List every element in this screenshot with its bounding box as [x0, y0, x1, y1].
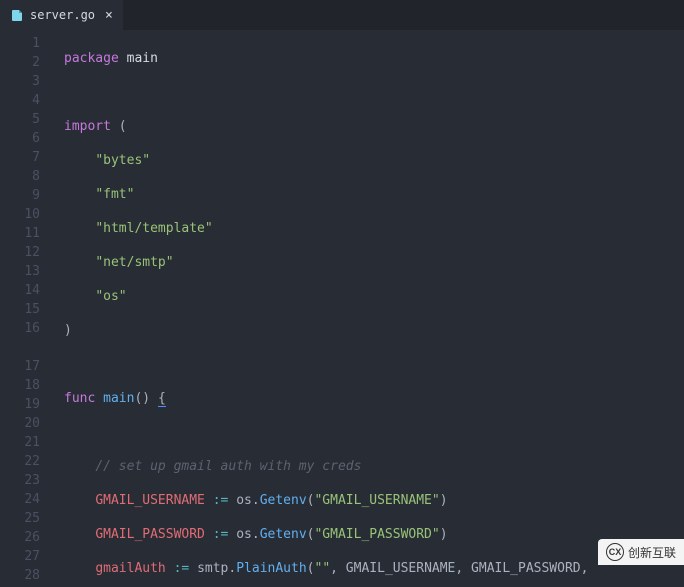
- watermark: CX 创新互联: [598, 539, 684, 565]
- close-icon[interactable]: ×: [105, 8, 113, 23]
- editor-pane: 1234567891011121314151617181920212223242…: [0, 30, 684, 587]
- go-file-icon: [10, 8, 24, 22]
- watermark-text: 创新互联: [628, 544, 676, 561]
- line-gutter: 1234567891011121314151617181920212223242…: [0, 30, 58, 587]
- code-area[interactable]: package main import ( "bytes" "fmt" "htm…: [58, 30, 684, 587]
- watermark-logo-icon: CX: [606, 543, 624, 561]
- tab-bar: server.go ×: [0, 0, 684, 30]
- tab-server-go[interactable]: server.go ×: [0, 0, 123, 30]
- tab-filename: server.go: [30, 8, 95, 22]
